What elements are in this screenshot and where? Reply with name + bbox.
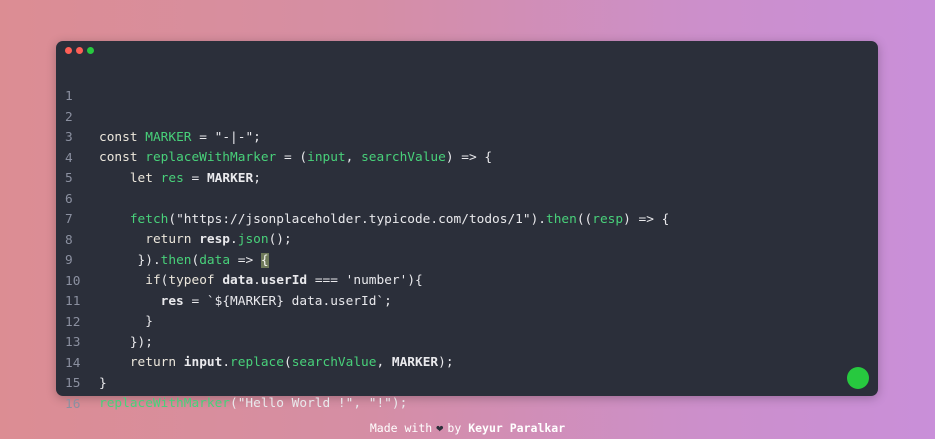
status-dot	[847, 367, 869, 389]
code-line: 6 fetch("https://jsonplaceholder.typicod…	[56, 170, 878, 227]
footer-credit: Made with ❤ by Keyur Paralkar	[0, 421, 935, 435]
code-line: 4 let res = MARKER;	[56, 129, 878, 186]
heart-icon: ❤	[436, 421, 444, 435]
code-line: 10 res = `${MARKER} data.userId`;	[56, 252, 878, 309]
code-line: 7 return resp.json();	[56, 190, 878, 247]
line-number: 16	[65, 396, 81, 412]
made-with-label: Made with	[369, 421, 433, 435]
code-line: 13 return input.replace(searchValue, MAR…	[56, 313, 878, 370]
code-line: 2 const MARKER = "-|-";	[56, 88, 878, 145]
code-line: 8 }).then(data => {	[56, 211, 878, 268]
code-text: replaceWithMarker("Hello World !", "!");	[99, 396, 408, 411]
code-line: 11 }	[56, 272, 878, 329]
code-line: 5	[56, 149, 878, 186]
code-window: 1 2 const MARKER = "-|-"; 3 const replac…	[56, 41, 878, 412]
code-line: 15 replaceWithMarker("Hello World !", "!…	[56, 354, 878, 411]
code-line: 12 });	[56, 293, 878, 350]
code-line: 1	[56, 67, 878, 104]
maximize-button[interactable]	[87, 47, 94, 54]
author-name: Keyur Paralkar	[468, 421, 566, 435]
close-button[interactable]	[65, 47, 72, 54]
by-label: by	[447, 421, 462, 435]
code-line: 9 if(typeof data.userId === 'number'){	[56, 231, 878, 288]
window-controls	[65, 47, 94, 54]
minimize-button[interactable]	[76, 47, 83, 54]
code-line: 16	[56, 375, 878, 412]
code-line: 3 const replaceWithMarker = (input, sear…	[56, 108, 878, 165]
code-line: 14 }	[56, 334, 878, 391]
